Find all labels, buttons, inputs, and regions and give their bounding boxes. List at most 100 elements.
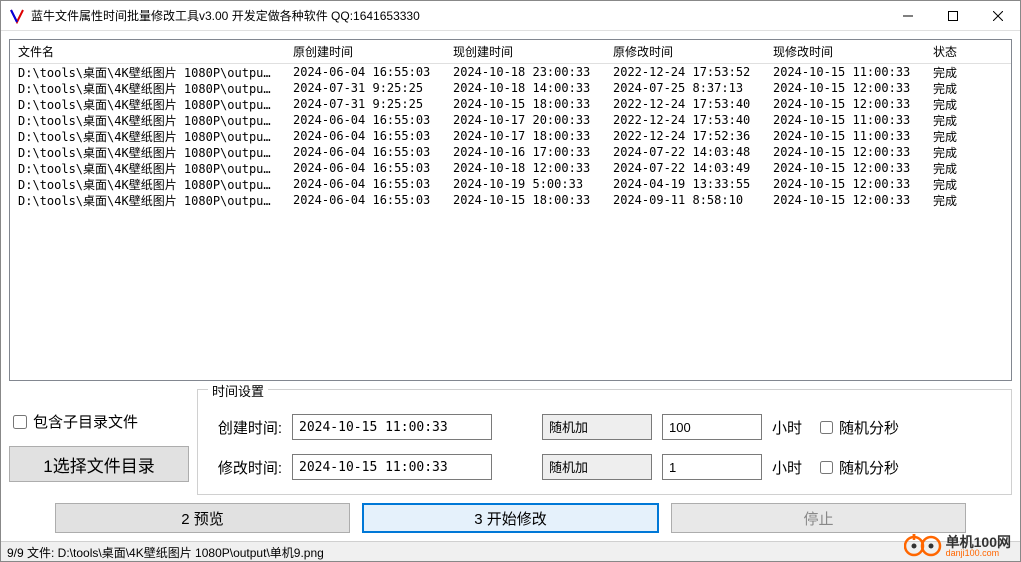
file-table[interactable]: 文件名 原创建时间 现创建时间 原修改时间 现修改时间 状态 D:\tools\…	[9, 39, 1012, 381]
watermark: 单机100网 danji100.com	[904, 534, 1011, 558]
cell-filename: D:\tools\桌面\4K壁纸图片 1080P\output\单机…	[10, 64, 285, 81]
cell-modify-new: 2024-10-15 11:00:33	[765, 113, 925, 127]
cell-filename: D:\tools\桌面\4K壁纸图片 1080P\output\单机…	[10, 192, 285, 209]
cell-create-orig: 2024-06-04 16:55:03	[285, 177, 445, 191]
window-controls	[885, 1, 1020, 30]
random-sec-2[interactable]: 随机分秒	[820, 457, 899, 478]
col-create-new[interactable]: 现创建时间	[445, 41, 605, 62]
random-sec-input-2[interactable]	[820, 461, 833, 474]
cell-modify-new: 2024-10-15 12:00:33	[765, 161, 925, 175]
main-window: 蓝牛文件属性时间批量修改工具v3.00 开发定做各种软件 QQ:16416533…	[0, 0, 1021, 562]
stop-button[interactable]: 停止	[671, 503, 966, 533]
table-row[interactable]: D:\tools\桌面\4K壁纸图片 1080P\output\单机…2024-…	[10, 160, 1011, 176]
bottom-buttons: 2 预览 3 开始修改 停止	[9, 503, 1012, 533]
app-icon	[9, 8, 25, 24]
cell-filename: D:\tools\桌面\4K壁纸图片 1080P\output\单机…	[10, 144, 285, 161]
modify-time-row: 修改时间: 2024-10-15 11:00:33 随机加 1 小时 随机分秒	[212, 454, 997, 480]
cell-status: 完成	[925, 112, 985, 129]
cell-status: 完成	[925, 96, 985, 113]
start-button[interactable]: 3 开始修改	[362, 503, 659, 533]
preview-button[interactable]: 2 预览	[55, 503, 350, 533]
table-row[interactable]: D:\tools\桌面\4K壁纸图片 1080P\output\单机… 2024-…	[10, 144, 1011, 160]
create-time-combo[interactable]: 2024-10-15 11:00:33	[292, 414, 492, 440]
cell-modify-orig: 2022-12-24 17:52:36	[605, 129, 765, 143]
time-settings-fieldset: 时间设置 创建时间: 2024-10-15 11:00:33 随机加 100 小…	[197, 389, 1012, 495]
left-panel: 包含子目录文件 1选择文件目录	[9, 389, 189, 495]
select-dir-button[interactable]: 1选择文件目录	[9, 446, 189, 482]
col-create-orig[interactable]: 原创建时间	[285, 41, 445, 62]
unit-2: 小时	[772, 457, 802, 478]
random-mode-1[interactable]: 随机加	[542, 414, 652, 440]
cell-filename: D:\tools\桌面\4K壁纸图片 1080P\output\单机…	[10, 160, 285, 177]
cell-modify-orig: 2022-12-24 17:53:52	[605, 65, 765, 79]
modify-time-label: 修改时间:	[212, 457, 282, 478]
watermark-icon	[904, 534, 942, 558]
cell-filename: D:\tools\桌面\4K壁纸图片 1080P\output\单机…	[10, 80, 285, 97]
cell-create-new: 2024-10-17 18:00:33	[445, 129, 605, 143]
cell-status: 完成	[925, 80, 985, 97]
cell-create-new: 2024-10-16 17:00:33	[445, 145, 605, 159]
col-modify-new[interactable]: 现修改时间	[765, 41, 925, 62]
random-sec-input-1[interactable]	[820, 421, 833, 434]
cell-create-orig: 2024-06-04 16:55:03	[285, 161, 445, 175]
cell-create-orig: 2024-06-04 16:55:03	[285, 129, 445, 143]
random-sec-1[interactable]: 随机分秒	[820, 417, 899, 438]
cell-modify-orig: 2024-07-25 8:37:13	[605, 81, 765, 95]
table-row[interactable]: D:\tools\桌面\4K壁纸图片 1080P\output\单机…2024-…	[10, 80, 1011, 96]
cell-filename: D:\tools\桌面\4K壁纸图片 1080P\output\单机…	[10, 128, 285, 145]
col-status[interactable]: 状态	[925, 41, 985, 62]
random-mode-2[interactable]: 随机加	[542, 454, 652, 480]
cell-create-orig: 2024-06-04 16:55:03	[285, 193, 445, 207]
statusbar: 9/9 文件: D:\tools\桌面\4K壁纸图片 1080P\output\…	[1, 541, 1020, 561]
cell-status: 完成	[925, 192, 985, 209]
cell-modify-new: 2024-10-15 12:00:33	[765, 81, 925, 95]
cell-filename: D:\tools\桌面\4K壁纸图片 1080P\output\单机…	[10, 176, 285, 193]
cell-modify-orig: 2022-12-24 17:53:40	[605, 113, 765, 127]
table-row[interactable]: D:\tools\桌面\4K壁纸图片 1080P\output\单机…2024-…	[10, 128, 1011, 144]
include-subdir-input[interactable]	[13, 415, 27, 429]
cell-create-new: 2024-10-19 5:00:33	[445, 177, 605, 191]
table-row[interactable]: D:\tools\桌面\4K壁纸图片 1080P\output\单机…2024-…	[10, 176, 1011, 192]
cell-modify-new: 2024-10-15 12:00:33	[765, 97, 925, 111]
table-row[interactable]: D:\tools\桌面\4K壁纸图片 1080P\output\单机…2024-…	[10, 64, 1011, 80]
cell-status: 完成	[925, 176, 985, 193]
cell-filename: D:\tools\桌面\4K壁纸图片 1080P\output\单机…	[10, 96, 285, 113]
table-row[interactable]: D:\tools\桌面\4K壁纸图片 1080P\output\单机…2024-…	[10, 96, 1011, 112]
close-button[interactable]	[975, 1, 1020, 30]
modify-time-combo[interactable]: 2024-10-15 11:00:33	[292, 454, 492, 480]
table-body: D:\tools\桌面\4K壁纸图片 1080P\output\单机…2024-…	[10, 64, 1011, 208]
settings-area: 包含子目录文件 1选择文件目录 时间设置 创建时间: 2024-10-15 11…	[9, 389, 1012, 495]
cell-create-new: 2024-10-15 18:00:33	[445, 193, 605, 207]
maximize-button[interactable]	[930, 1, 975, 30]
cell-modify-orig: 2024-07-22 14:03:48	[605, 145, 765, 159]
cell-create-orig: 2024-06-04 16:55:03	[285, 65, 445, 79]
cell-modify-new: 2024-10-15 11:00:33	[765, 65, 925, 79]
content-area: 文件名 原创建时间 现创建时间 原修改时间 现修改时间 状态 D:\tools\…	[1, 31, 1020, 541]
cell-create-new: 2024-10-15 18:00:33	[445, 97, 605, 111]
table-row[interactable]: D:\tools\桌面\4K壁纸图片 1080P\output\单机…2024-…	[10, 192, 1011, 208]
cell-status: 完成	[925, 64, 985, 81]
create-time-label: 创建时间:	[212, 417, 282, 438]
fieldset-legend: 时间设置	[208, 381, 268, 400]
window-title: 蓝牛文件属性时间批量修改工具v3.00 开发定做各种软件 QQ:16416533…	[31, 7, 885, 24]
cell-create-new: 2024-10-17 20:00:33	[445, 113, 605, 127]
create-time-row: 创建时间: 2024-10-15 11:00:33 随机加 100 小时 随机分…	[212, 414, 997, 440]
include-subdir-checkbox[interactable]: 包含子目录文件	[9, 411, 189, 432]
table-row[interactable]: D:\tools\桌面\4K壁纸图片 1080P\output\单机…2024-…	[10, 112, 1011, 128]
cell-status: 完成	[925, 144, 985, 161]
col-filename[interactable]: 文件名	[10, 41, 285, 62]
cell-modify-orig: 2024-04-19 13:33:55	[605, 177, 765, 191]
hours-combo-2[interactable]: 1	[662, 454, 762, 480]
cell-filename: D:\tools\桌面\4K壁纸图片 1080P\output\单机…	[10, 112, 285, 129]
cell-modify-orig: 2022-12-24 17:53:40	[605, 97, 765, 111]
minimize-button[interactable]	[885, 1, 930, 30]
watermark-text: 单机100网 danji100.com	[946, 535, 1011, 558]
col-modify-orig[interactable]: 原修改时间	[605, 41, 765, 62]
cell-create-orig: 2024-07-31 9:25:25	[285, 97, 445, 111]
cell-create-new: 2024-10-18 14:00:33	[445, 81, 605, 95]
hours-combo-1[interactable]: 100	[662, 414, 762, 440]
cell-create-orig: 2024-06-04 16:55:03	[285, 113, 445, 127]
cell-create-orig: 2024-07-31 9:25:25	[285, 81, 445, 95]
table-header: 文件名 原创建时间 现创建时间 原修改时间 现修改时间 状态	[10, 40, 1011, 64]
include-subdir-label: 包含子目录文件	[33, 411, 138, 432]
